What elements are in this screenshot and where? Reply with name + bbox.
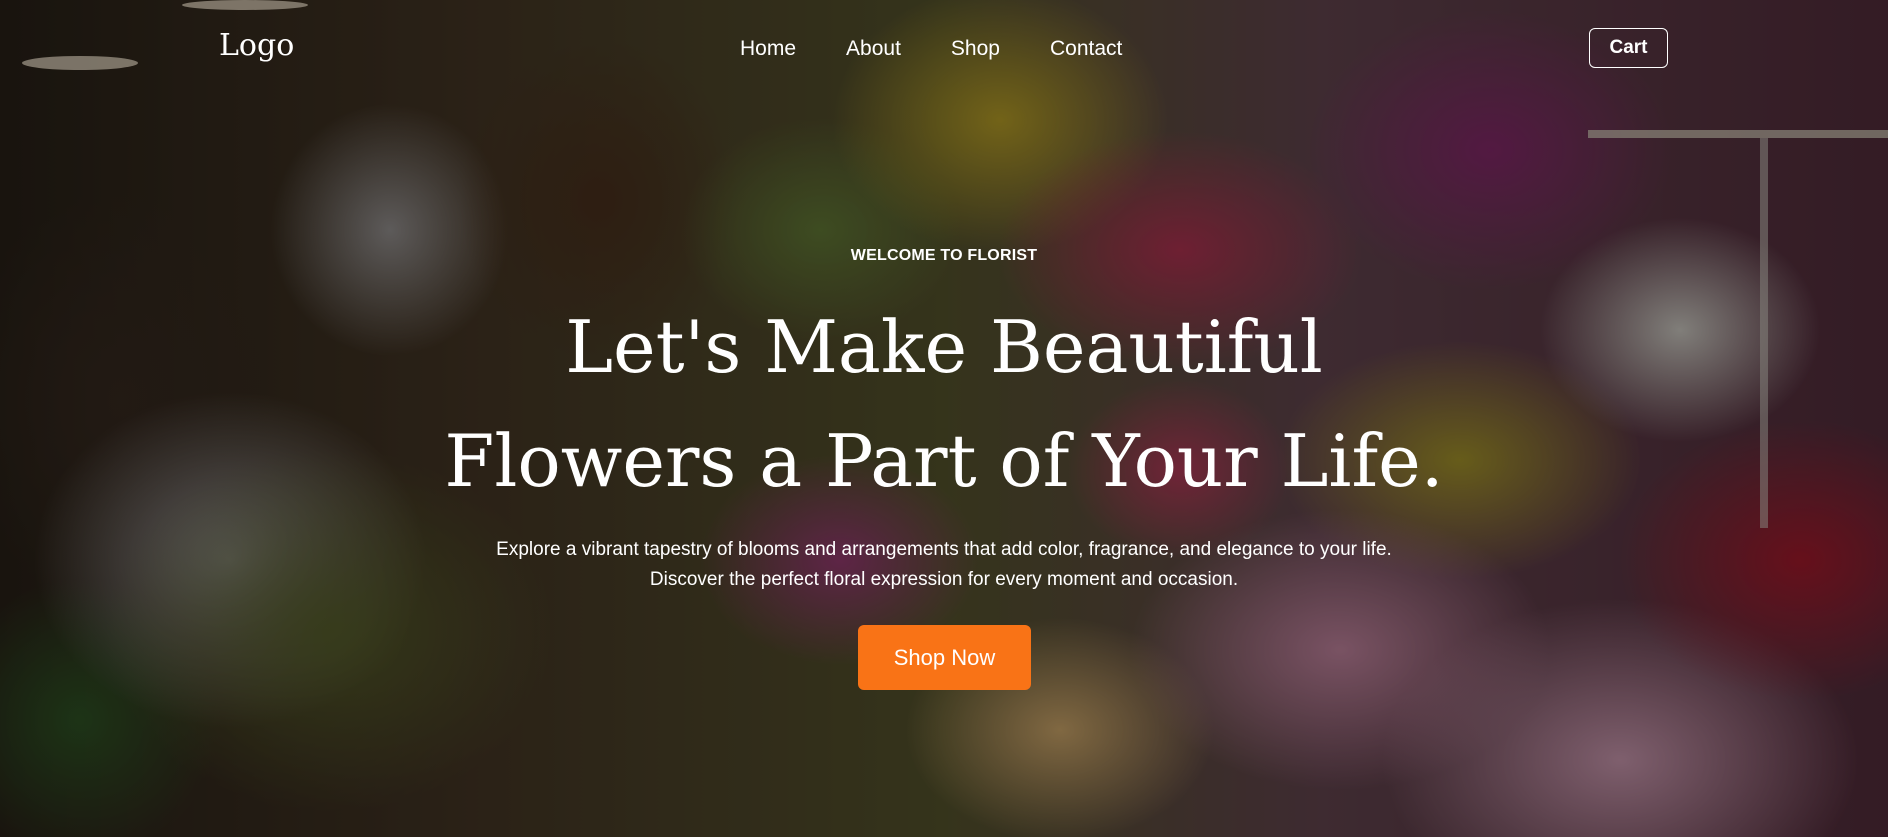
shop-now-button[interactable]: Shop Now xyxy=(858,625,1031,690)
nav-link-contact[interactable]: Contact xyxy=(1050,36,1122,62)
hero-headline-line: Let's Make Beautiful xyxy=(565,305,1323,389)
cart-button[interactable]: Cart xyxy=(1589,28,1668,68)
nav-link-shop[interactable]: Shop xyxy=(951,36,1000,62)
hero-description-line: Explore a vibrant tapestry of blooms and… xyxy=(496,539,1392,560)
hero-headline-line: Flowers a Part of Your Life. xyxy=(444,419,1444,503)
hero-section: Logo Home About Shop Contact Cart WELCOM… xyxy=(0,0,1888,837)
hero-description: Explore a vibrant tapestry of blooms and… xyxy=(0,535,1888,595)
hero-description-line: Discover the perfect floral expression f… xyxy=(649,569,1239,590)
main-nav: Home About Shop Contact xyxy=(740,36,1122,62)
hero-eyebrow: WELCOME TO FLORIST xyxy=(850,247,1038,264)
nav-link-home[interactable]: Home xyxy=(740,36,796,62)
hero-headline: Let's Make Beautiful Flowers a Part of Y… xyxy=(0,290,1888,518)
site-logo[interactable]: Logo xyxy=(219,28,294,63)
nav-link-about[interactable]: About xyxy=(846,36,901,62)
